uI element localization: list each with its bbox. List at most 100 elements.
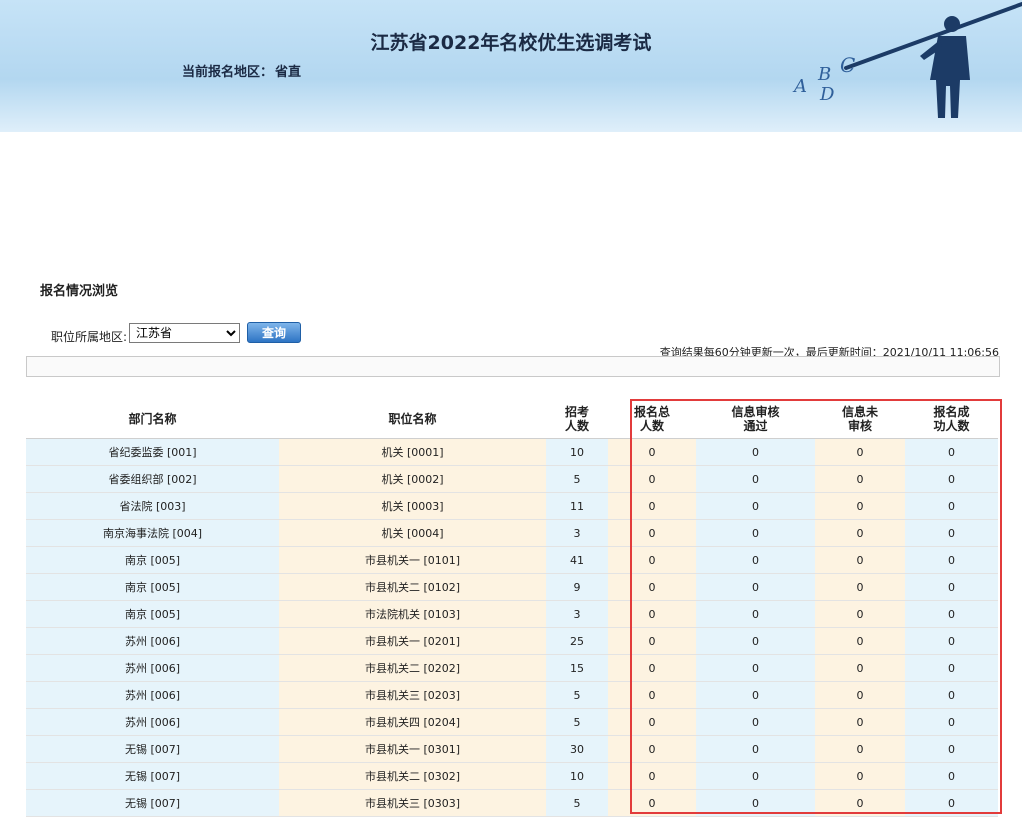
cell-success: 0 xyxy=(905,492,998,520)
cell-passed: 0 xyxy=(696,735,815,763)
cell-unreviewed: 0 xyxy=(815,519,905,547)
cell-passed: 0 xyxy=(696,438,815,466)
cell-success: 0 xyxy=(905,573,998,601)
cell-success: 0 xyxy=(905,546,998,574)
cell-passed: 0 xyxy=(696,465,815,493)
cell-passed: 0 xyxy=(696,519,815,547)
cell-dept: 南京 [005] xyxy=(26,546,279,574)
table-row: 省纪委监委 [001] 机关 [0001] 10 0 0 0 0 xyxy=(26,438,998,466)
cell-dept: 苏州 [006] xyxy=(26,627,279,655)
cell-total: 0 xyxy=(608,789,696,817)
cell-success: 0 xyxy=(905,708,998,736)
current-region-value: 省直 xyxy=(275,65,302,80)
cell-quota: 5 xyxy=(546,708,608,736)
col-header-dept: 部门名称 xyxy=(26,400,279,439)
cell-dept: 南京海事法院 [004] xyxy=(26,519,279,547)
cell-unreviewed: 0 xyxy=(815,789,905,817)
cell-position: 市县机关二 [0302] xyxy=(279,762,546,790)
cell-total: 0 xyxy=(608,573,696,601)
cell-unreviewed: 0 xyxy=(815,465,905,493)
registration-table: 部门名称 职位名称 招考人数 报名总人数 信息审核通过 信息未审核 报名成功人数… xyxy=(26,400,998,817)
cell-unreviewed: 0 xyxy=(815,654,905,682)
cell-position: 市县机关二 [0202] xyxy=(279,654,546,682)
col-header-quota: 招考人数 xyxy=(546,400,608,439)
cell-unreviewed: 0 xyxy=(815,492,905,520)
cell-dept: 无锡 [007] xyxy=(26,735,279,763)
col-header-success-text: 报名成功人数 xyxy=(933,405,970,433)
current-region-label: 当前报名地区： xyxy=(182,65,274,80)
figure-head xyxy=(944,16,960,32)
cell-total: 0 xyxy=(608,627,696,655)
table-row: 苏州 [006] 市县机关二 [0202] 15 0 0 0 0 xyxy=(26,654,998,682)
cell-total: 0 xyxy=(608,735,696,763)
cell-success: 0 xyxy=(905,438,998,466)
region-filter-label: 职位所属地区: xyxy=(51,330,128,344)
table-row: 南京海事法院 [004] 机关 [0004] 3 0 0 0 0 xyxy=(26,519,998,547)
cell-passed: 0 xyxy=(696,708,815,736)
cell-success: 0 xyxy=(905,681,998,709)
cell-dept: 无锡 [007] xyxy=(26,789,279,817)
cell-position: 市县机关一 [0201] xyxy=(279,627,546,655)
cell-unreviewed: 0 xyxy=(815,438,905,466)
cell-position: 市县机关三 [0303] xyxy=(279,789,546,817)
table-row: 苏州 [006] 市县机关一 [0201] 25 0 0 0 0 xyxy=(26,627,998,655)
cell-success: 0 xyxy=(905,600,998,628)
cell-dept: 苏州 [006] xyxy=(26,681,279,709)
cell-success: 0 xyxy=(905,789,998,817)
col-header-success: 报名成功人数 xyxy=(905,400,998,439)
table-row: 省法院 [003] 机关 [0003] 11 0 0 0 0 xyxy=(26,492,998,520)
region-select[interactable]: 江苏省 xyxy=(129,323,240,343)
cell-position: 机关 [0003] xyxy=(279,492,546,520)
cell-position: 机关 [0002] xyxy=(279,465,546,493)
cell-passed: 0 xyxy=(696,654,815,682)
table-row: 南京 [005] 市县机关一 [0101] 41 0 0 0 0 xyxy=(26,546,998,574)
cell-quota: 25 xyxy=(546,627,608,655)
query-button[interactable]: 查询 xyxy=(247,322,301,343)
cell-passed: 0 xyxy=(696,600,815,628)
cell-position: 市县机关二 [0102] xyxy=(279,573,546,601)
col-header-total-text: 报名总人数 xyxy=(633,405,670,433)
cell-passed: 0 xyxy=(696,627,815,655)
page-header: 江苏省2022年名校优生选调考试 当前报名地区： 省直 A B C D xyxy=(0,0,1022,132)
cell-total: 0 xyxy=(608,681,696,709)
cell-quota: 3 xyxy=(546,519,608,547)
cell-unreviewed: 0 xyxy=(815,681,905,709)
table-row: 苏州 [006] 市县机关三 [0203] 5 0 0 0 0 xyxy=(26,681,998,709)
cell-dept: 南京 [005] xyxy=(26,600,279,628)
cell-quota: 15 xyxy=(546,654,608,682)
cell-quota: 10 xyxy=(546,438,608,466)
letter-a: A xyxy=(792,76,807,97)
cell-unreviewed: 0 xyxy=(815,600,905,628)
cell-quota: 11 xyxy=(546,492,608,520)
cell-position: 机关 [0001] xyxy=(279,438,546,466)
table-row: 南京 [005] 市县机关二 [0102] 9 0 0 0 0 xyxy=(26,573,998,601)
cell-dept: 省委组织部 [002] xyxy=(26,465,279,493)
cell-position: 市法院机关 [0103] xyxy=(279,600,546,628)
col-header-position: 职位名称 xyxy=(279,400,546,439)
letter-d: D xyxy=(819,84,835,105)
cell-passed: 0 xyxy=(696,546,815,574)
cell-quota: 5 xyxy=(546,789,608,817)
cell-unreviewed: 0 xyxy=(815,546,905,574)
cell-quota: 5 xyxy=(546,681,608,709)
section-title: 报名情况浏览 xyxy=(40,284,119,299)
cell-passed: 0 xyxy=(696,492,815,520)
cell-quota: 41 xyxy=(546,546,608,574)
col-header-passed-text: 信息审核通过 xyxy=(731,405,780,433)
cell-total: 0 xyxy=(608,600,696,628)
col-header-unreviewed: 信息未审核 xyxy=(815,400,905,439)
cell-dept: 省纪委监委 [001] xyxy=(26,438,279,466)
cell-total: 0 xyxy=(608,708,696,736)
cell-success: 0 xyxy=(905,627,998,655)
cell-quota: 5 xyxy=(546,465,608,493)
cell-dept: 省法院 [003] xyxy=(26,492,279,520)
cell-quota: 9 xyxy=(546,573,608,601)
cell-position: 市县机关一 [0101] xyxy=(279,546,546,574)
cell-unreviewed: 0 xyxy=(815,573,905,601)
message-bar xyxy=(26,356,1000,377)
table-row: 无锡 [007] 市县机关二 [0302] 10 0 0 0 0 xyxy=(26,762,998,790)
col-header-unreviewed-text: 信息未审核 xyxy=(841,405,878,433)
cell-dept: 南京 [005] xyxy=(26,573,279,601)
cell-position: 市县机关一 [0301] xyxy=(279,735,546,763)
cell-unreviewed: 0 xyxy=(815,762,905,790)
